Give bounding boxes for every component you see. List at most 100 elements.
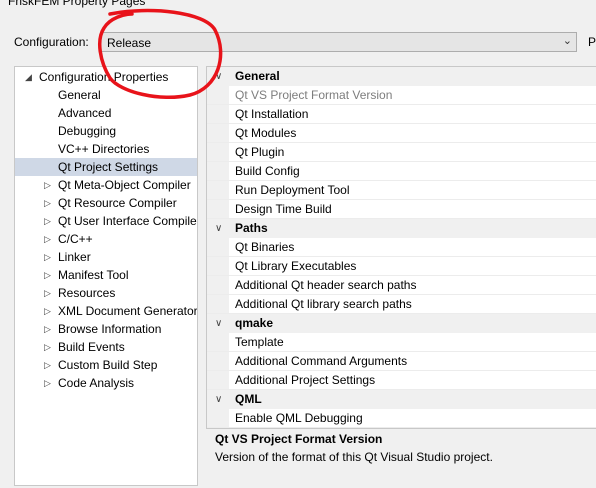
collapsed-arrow-icon[interactable]: ▷ xyxy=(44,266,51,284)
collapse-chevron-icon[interactable]: ∨ xyxy=(215,219,222,238)
section-header[interactable]: ∨ QML xyxy=(207,390,596,409)
description-text: Version of the format of this Qt Visual … xyxy=(215,450,493,464)
property-row[interactable]: Run Deployment Tool xyxy=(207,181,596,200)
property-name: Run Deployment Tool xyxy=(235,183,350,197)
tree-item-label: Custom Build Step xyxy=(58,358,158,372)
configuration-value: Release xyxy=(107,36,152,50)
tree-item-label: Configuration Properties xyxy=(39,70,169,84)
chevron-down-icon: ⌄ xyxy=(562,35,572,47)
property-name: Qt Plugin xyxy=(235,145,285,159)
property-tree[interactable]: ◢ Configuration Properties General Advanced… xyxy=(14,66,198,486)
property-row[interactable]: Enable QML Debugging xyxy=(207,409,596,428)
tree-item[interactable]: ▷ Qt Meta-Object Compiler xyxy=(15,176,197,194)
property-row[interactable]: Additional Qt library search paths xyxy=(207,295,596,314)
section-header[interactable]: ∨ Paths xyxy=(207,219,596,238)
property-row[interactable]: Design Time Build xyxy=(207,200,596,219)
configuration-dropdown[interactable]: Release ⌄ xyxy=(100,32,577,52)
tree-item[interactable]: ◢ Configuration Properties xyxy=(15,68,197,86)
tree-item-label: Build Events xyxy=(58,340,125,354)
section-header-label: QML xyxy=(235,392,262,406)
tree-item-label: Linker xyxy=(58,250,91,264)
collapsed-arrow-icon[interactable]: ▷ xyxy=(44,176,51,194)
property-row[interactable]: Template xyxy=(207,333,596,352)
tree-item[interactable]: VC++ Directories xyxy=(15,140,197,158)
collapse-chevron-icon[interactable]: ∨ xyxy=(215,67,222,86)
tree-item-label: Code Analysis xyxy=(58,376,135,390)
window-title: FriskFEM Property Pages xyxy=(8,0,146,8)
collapsed-arrow-icon[interactable]: ▷ xyxy=(44,302,51,320)
tree-item-label: Qt Resource Compiler xyxy=(58,196,177,210)
collapse-chevron-icon[interactable]: ∨ xyxy=(215,314,222,333)
tree-item[interactable]: ▷ XML Document Generator xyxy=(15,302,198,320)
property-name: Qt Library Executables xyxy=(235,259,357,273)
section-header[interactable]: ∨ General xyxy=(207,67,596,86)
description-panel: Qt VS Project Format Version Version of … xyxy=(206,428,596,488)
collapse-chevron-icon[interactable]: ∨ xyxy=(215,390,222,409)
property-row[interactable]: Qt Modules xyxy=(207,124,596,143)
tree-item[interactable]: ▷ Browse Information xyxy=(15,320,197,338)
tree-item[interactable]: Debugging xyxy=(15,122,197,140)
tree-item-label: Qt Meta-Object Compiler xyxy=(58,178,191,192)
tree-item[interactable]: ▷ C/C++ xyxy=(15,230,197,248)
section-header-label: Paths xyxy=(235,221,268,235)
collapsed-arrow-icon[interactable]: ▷ xyxy=(44,230,51,248)
collapsed-arrow-icon[interactable]: ▷ xyxy=(44,284,51,302)
configuration-label: Configuration: xyxy=(14,35,89,49)
property-row[interactable]: Qt VS Project Format Version xyxy=(207,86,596,105)
tree-item[interactable]: General xyxy=(15,86,197,104)
section-header-label: General xyxy=(235,69,280,83)
property-name: Additional Qt header search paths xyxy=(235,278,417,292)
tree-item-label: Qt User Interface Compiler xyxy=(58,214,198,228)
tree-item-label: XML Document Generator xyxy=(58,304,198,318)
tree-item[interactable]: ▷ Qt User Interface Compiler xyxy=(15,212,198,230)
tree-item[interactable]: ▷ Build Events xyxy=(15,338,197,356)
collapsed-arrow-icon[interactable]: ▷ xyxy=(44,374,51,392)
tree-item[interactable]: Qt Project Settings xyxy=(15,158,197,176)
collapsed-arrow-icon[interactable]: ▷ xyxy=(44,194,51,212)
property-name: Qt VS Project Format Version xyxy=(235,88,393,102)
section-header[interactable]: ∨ qmake xyxy=(207,314,596,333)
collapsed-arrow-icon[interactable]: ▷ xyxy=(44,320,51,338)
tree-item-label: Resources xyxy=(58,286,116,300)
property-row[interactable]: Qt Binaries xyxy=(207,238,596,257)
property-row[interactable]: Qt Library Executables xyxy=(207,257,596,276)
tree-item-label: Browse Information xyxy=(58,322,162,336)
tree-item[interactable]: ▷ Linker xyxy=(15,248,197,266)
collapsed-arrow-icon[interactable]: ▷ xyxy=(44,248,51,266)
property-name: Qt Binaries xyxy=(235,240,295,254)
property-name: Additional Project Settings xyxy=(235,373,376,387)
collapsed-arrow-icon[interactable]: ▷ xyxy=(44,212,51,230)
property-row[interactable]: Additional Project Settings xyxy=(207,371,596,390)
property-row[interactable]: Additional Command Arguments xyxy=(207,352,596,371)
property-name: Template xyxy=(235,335,284,349)
property-grid[interactable]: ∨ General Qt VS Project Format Version Qt I… xyxy=(206,66,596,428)
tree-item-label: Qt Project Settings xyxy=(58,160,159,174)
tree-item[interactable]: ▷ Custom Build Step xyxy=(15,356,197,374)
tree-item[interactable]: ▷ Code Analysis xyxy=(15,374,197,392)
property-name: Design Time Build xyxy=(235,202,332,216)
property-name: Qt Modules xyxy=(235,126,297,140)
tree-item[interactable]: ▷ Manifest Tool xyxy=(15,266,197,284)
tree-item-label: Debugging xyxy=(58,124,117,138)
expanded-arrow-icon[interactable]: ◢ xyxy=(25,68,32,86)
section-header-label: qmake xyxy=(235,316,274,330)
property-row[interactable]: Additional Qt header search paths xyxy=(207,276,596,295)
property-name: Additional Qt library search paths xyxy=(235,297,412,311)
property-row[interactable]: Qt Installation xyxy=(207,105,596,124)
window-titlebar: FriskFEM Property Pages xyxy=(0,0,596,8)
tree-item-label: VC++ Directories xyxy=(58,142,150,156)
tree-item[interactable]: ▷ Resources xyxy=(15,284,197,302)
property-row[interactable]: Build Config xyxy=(207,162,596,181)
tree-item-label: Manifest Tool xyxy=(58,268,129,282)
collapsed-arrow-icon[interactable]: ▷ xyxy=(44,338,51,356)
tree-item-label: Advanced xyxy=(58,106,112,120)
property-row[interactable]: Qt Plugin xyxy=(207,143,596,162)
collapsed-arrow-icon[interactable]: ▷ xyxy=(44,356,51,374)
tree-item-label: General xyxy=(58,88,101,102)
tree-item[interactable]: Advanced xyxy=(15,104,197,122)
tree-item[interactable]: ▷ Qt Resource Compiler xyxy=(15,194,197,212)
property-name: Enable QML Debugging xyxy=(235,411,363,425)
property-name: Build Config xyxy=(235,164,300,178)
property-name: Qt Installation xyxy=(235,107,309,121)
description-title: Qt VS Project Format Version xyxy=(215,432,383,446)
